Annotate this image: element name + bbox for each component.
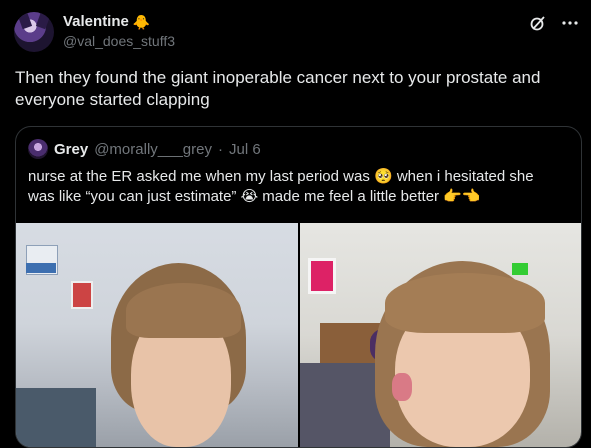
exit-sign xyxy=(511,263,528,275)
quote-separator: · xyxy=(217,140,223,158)
grok-icon-svg xyxy=(530,16,545,31)
photo-selfie-left[interactable] xyxy=(16,223,298,447)
avatar-ear-right xyxy=(35,12,51,30)
quote-header: Grey @morally___grey · Jul 6 xyxy=(28,139,261,159)
quote-text: nurse at the ER asked me when my last pe… xyxy=(28,168,534,205)
quote-tweet[interactable]: Grey @morally___grey · Jul 6 nurse at th… xyxy=(15,126,582,448)
more-icon[interactable] xyxy=(559,12,581,34)
top-actions xyxy=(527,12,581,34)
wall-poster xyxy=(71,281,93,309)
wall-sign-stripe xyxy=(26,263,56,273)
quote-date[interactable]: Jul 6 xyxy=(229,141,261,158)
name-emoji: 🐥 xyxy=(132,13,151,30)
grok-icon[interactable] xyxy=(527,12,549,34)
tweet-text: Then they found the giant inoperable can… xyxy=(15,68,541,109)
wall-poster xyxy=(307,258,336,294)
avatar-ear-left xyxy=(17,12,33,30)
quote-display-name[interactable]: Grey xyxy=(54,141,88,158)
avatar[interactable] xyxy=(14,12,54,52)
user-handle[interactable]: @val_does_stuff3 xyxy=(63,33,175,49)
display-name[interactable]: Valentine xyxy=(63,13,129,30)
hospital-bed xyxy=(16,388,96,447)
author-name-row[interactable]: Valentine 🐥 xyxy=(63,13,150,30)
tongue xyxy=(391,373,412,401)
photo-selfie-right[interactable] xyxy=(299,223,581,447)
person-bangs xyxy=(384,273,545,333)
quote-handle[interactable]: @morally___grey xyxy=(94,141,212,158)
quote-photos xyxy=(16,223,581,447)
quote-avatar[interactable] xyxy=(28,139,48,159)
person-bangs xyxy=(126,283,241,338)
more-icon-svg xyxy=(562,21,578,25)
